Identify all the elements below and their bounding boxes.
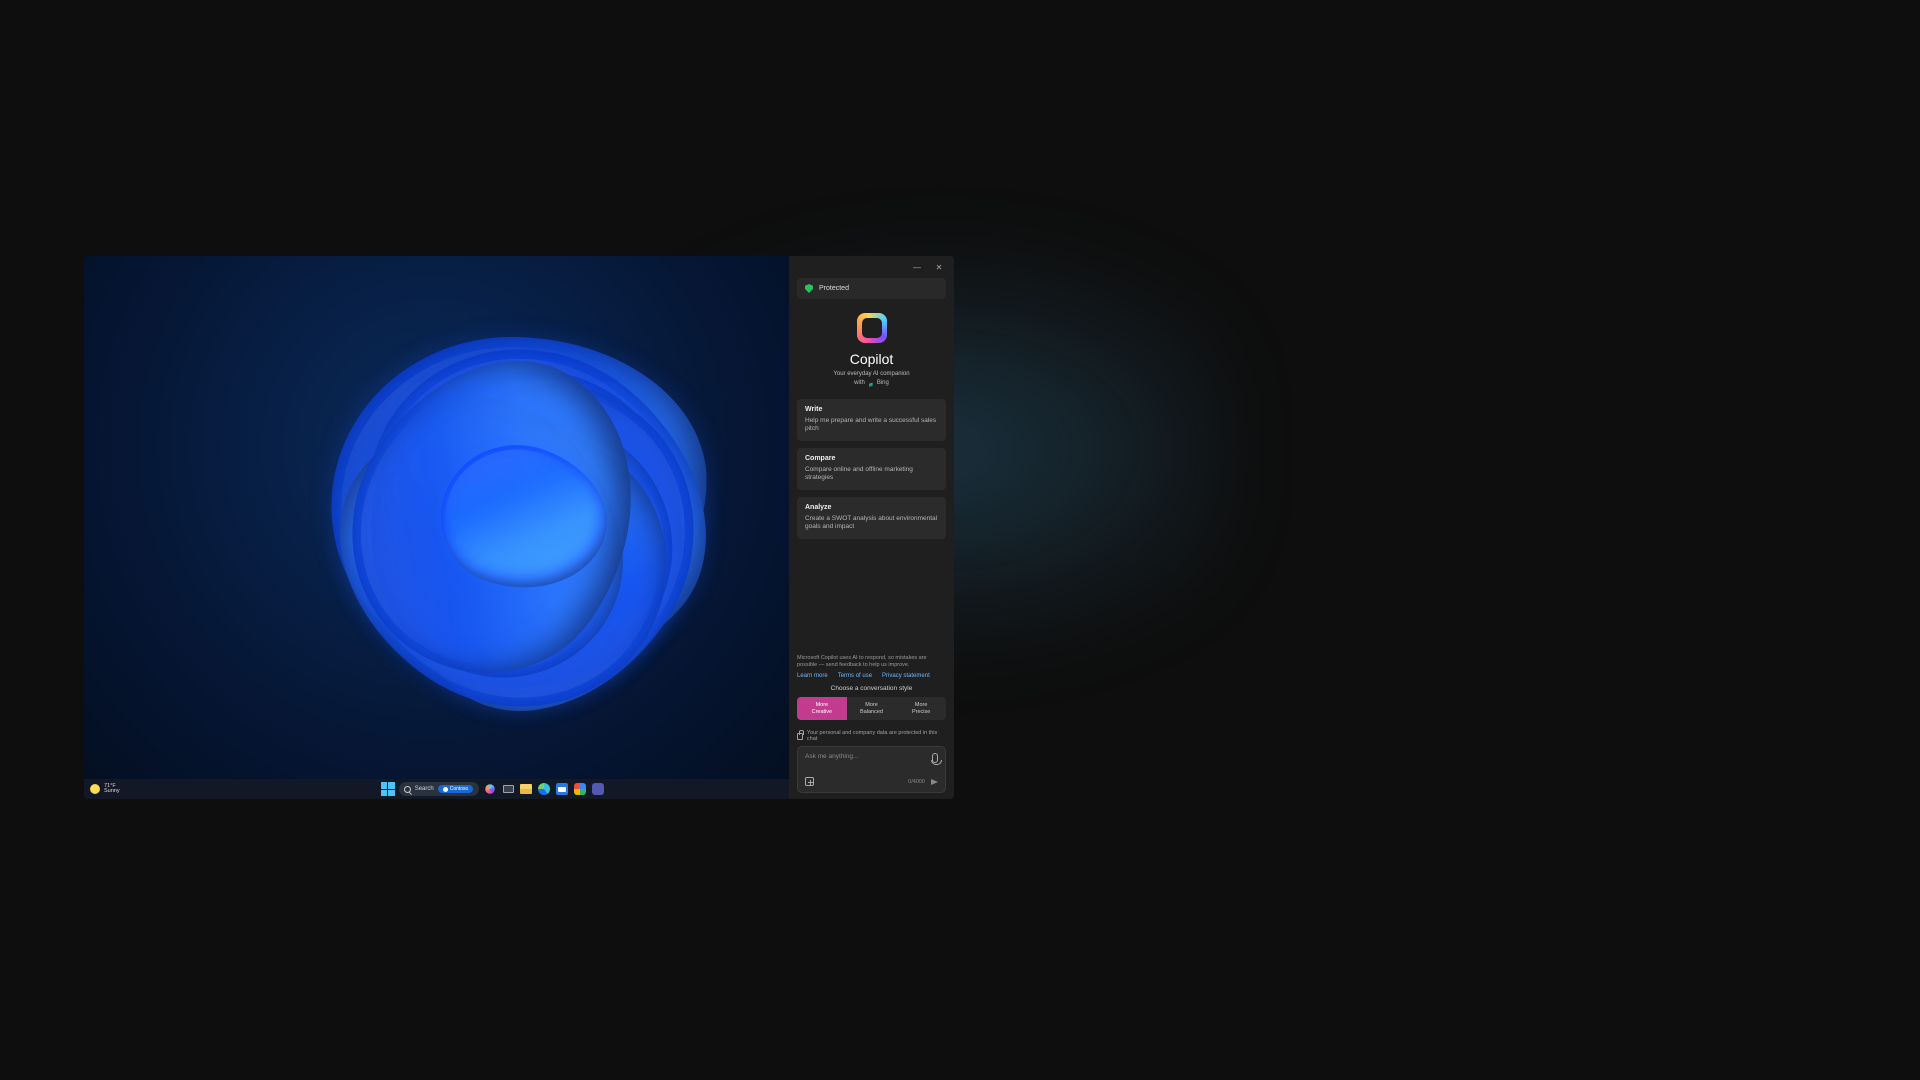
with-text: with bbox=[854, 380, 865, 386]
chat-input-area: Ask me anything... 0/4000 bbox=[789, 746, 954, 799]
shield-icon bbox=[805, 284, 813, 293]
search-placeholder: Search bbox=[415, 786, 434, 792]
card-title: Analyze bbox=[805, 504, 938, 511]
minimize-button[interactable]: — bbox=[912, 262, 922, 272]
teams-icon[interactable] bbox=[591, 782, 605, 796]
bing-text: Bing bbox=[877, 380, 889, 386]
chat-placeholder: Ask me anything... bbox=[805, 753, 858, 760]
widgets-icon[interactable] bbox=[573, 782, 587, 796]
sun-icon bbox=[90, 784, 100, 794]
microphone-icon[interactable] bbox=[932, 753, 938, 763]
link-terms[interactable]: Terms of use bbox=[838, 673, 872, 679]
org-pill[interactable]: Contoso bbox=[438, 785, 474, 793]
task-view-icon[interactable] bbox=[501, 782, 515, 796]
style-balanced[interactable]: More Balanced bbox=[847, 697, 897, 720]
suggestion-card-analyze[interactable]: Analyze Create a SWOT analysis about env… bbox=[797, 497, 946, 539]
weather-cond: Sunny bbox=[104, 789, 120, 795]
style-precise[interactable]: More Precise bbox=[896, 697, 946, 720]
new-topic-icon[interactable] bbox=[805, 777, 814, 786]
wallpaper-bloom bbox=[259, 256, 779, 756]
suggestion-card-compare[interactable]: Compare Compare online and offline marke… bbox=[797, 448, 946, 490]
org-label: Contoso bbox=[450, 786, 469, 792]
disclaimer-text: Microsoft Copilot uses AI to respond, so… bbox=[789, 651, 954, 671]
bing-icon bbox=[868, 379, 874, 387]
window-controls: — ✕ bbox=[789, 256, 954, 278]
copilot-hero: Copilot Your everyday AI companion with … bbox=[789, 299, 954, 391]
store-icon[interactable] bbox=[555, 782, 569, 796]
style-creative[interactable]: More Creative bbox=[797, 697, 847, 720]
weather-widget[interactable]: 71°F Sunny bbox=[90, 784, 120, 795]
card-text: Compare online and offline marketing str… bbox=[805, 466, 938, 483]
footer-links: Learn more Terms of use Privacy statemen… bbox=[789, 671, 954, 685]
protected-bar[interactable]: Protected bbox=[797, 278, 946, 299]
taskbar-copilot-icon[interactable] bbox=[483, 782, 497, 796]
char-counter: 0/4000 bbox=[908, 779, 925, 785]
copilot-panel: — ✕ Protected Copilot Your everyday AI c… bbox=[789, 256, 954, 799]
start-button[interactable] bbox=[381, 782, 395, 796]
link-learn-more[interactable]: Learn more bbox=[797, 673, 828, 679]
copilot-title: Copilot bbox=[797, 351, 946, 367]
send-icon[interactable] bbox=[931, 779, 938, 785]
link-privacy[interactable]: Privacy statement bbox=[882, 673, 930, 679]
protected-label: Protected bbox=[819, 285, 849, 292]
taskbar-search[interactable]: Search Contoso bbox=[399, 782, 480, 796]
org-icon bbox=[443, 787, 448, 792]
style-heading: Choose a conversation style bbox=[797, 685, 946, 692]
protection-note: Your personal and company data are prote… bbox=[789, 726, 954, 746]
card-text: Help me prepare and write a successful s… bbox=[805, 417, 938, 434]
copilot-logo-icon bbox=[857, 313, 887, 343]
edge-icon[interactable] bbox=[537, 782, 551, 796]
style-toggle: More Creative More Balanced More Precise bbox=[797, 697, 946, 720]
chat-input[interactable]: Ask me anything... 0/4000 bbox=[797, 746, 946, 793]
card-text: Create a SWOT analysis about environment… bbox=[805, 515, 938, 532]
conversation-style-section: Choose a conversation style More Creativ… bbox=[789, 685, 954, 726]
suggestion-cards: Write Help me prepare and write a succes… bbox=[789, 391, 954, 651]
lock-icon bbox=[797, 733, 803, 740]
card-title: Write bbox=[805, 406, 938, 413]
suggestion-card-write[interactable]: Write Help me prepare and write a succes… bbox=[797, 399, 946, 441]
close-button[interactable]: ✕ bbox=[934, 262, 944, 272]
card-title: Compare bbox=[805, 455, 938, 462]
search-icon bbox=[404, 786, 411, 793]
file-explorer-icon[interactable] bbox=[519, 782, 533, 796]
copilot-subtitle: Your everyday AI companion bbox=[797, 371, 946, 377]
